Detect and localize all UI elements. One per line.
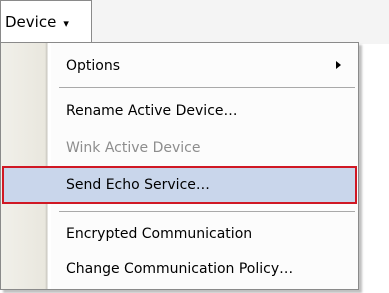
- menu-separator: [59, 211, 355, 212]
- menu-separator: [59, 87, 355, 88]
- device-menu[interactable]: Device ▾: [0, 0, 92, 43]
- menu-item-label: Send Echo Service…: [66, 177, 210, 193]
- caret-down-icon: ▾: [63, 16, 69, 30]
- menu-item-encrypted-communication[interactable]: Encrypted Communication: [2, 216, 357, 251]
- menu-item-label: Rename Active Device…: [66, 102, 238, 119]
- menu-item-label: Change Communication Policy…: [66, 260, 294, 277]
- menu-item-change-communication-policy[interactable]: Change Communication Policy…: [2, 251, 357, 286]
- device-menu-label: Device: [5, 13, 57, 31]
- menu-bar: Device ▾: [0, 0, 389, 44]
- menu-item-label: Encrypted Communication: [66, 225, 253, 242]
- menu-item-wink-active-device[interactable]: Wink Active Device: [2, 130, 357, 165]
- submenu-arrow-icon: [336, 61, 341, 69]
- menu-item-options[interactable]: Options: [2, 48, 357, 83]
- menu-item-send-echo-service[interactable]: Send Echo Service…: [2, 166, 357, 204]
- menu-item-label: Wink Active Device: [66, 139, 201, 156]
- menu-item-rename-active-device[interactable]: Rename Active Device…: [2, 93, 357, 128]
- device-dropdown-menu: Options Rename Active Device… Wink Activ…: [0, 42, 359, 290]
- menu-item-label: Options: [66, 57, 121, 74]
